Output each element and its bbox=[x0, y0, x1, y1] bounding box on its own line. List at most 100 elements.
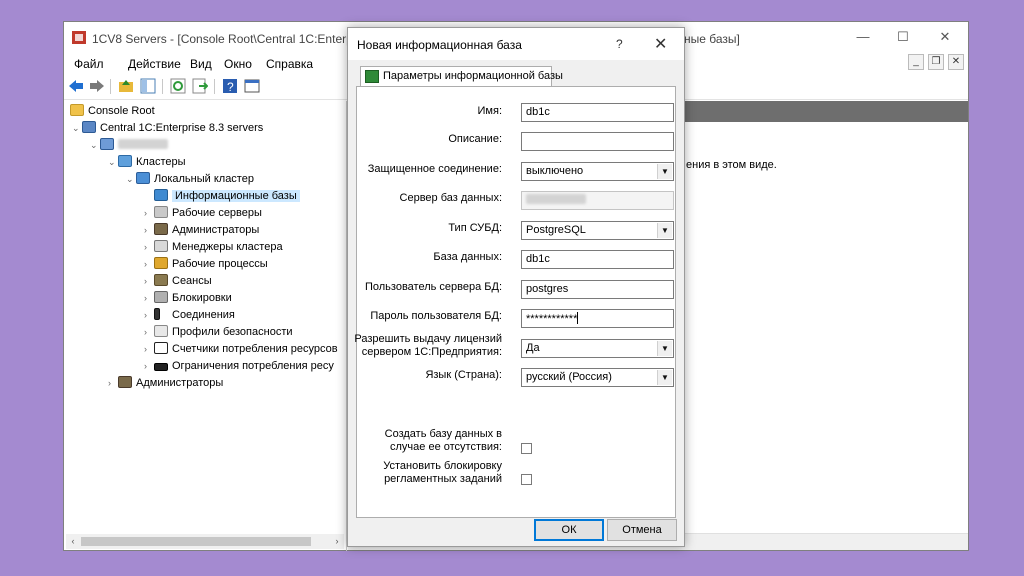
sessions-icon bbox=[154, 274, 168, 286]
tree-node-admins[interactable]: › Администраторы bbox=[108, 375, 223, 391]
maximize-icon[interactable]: ☐ bbox=[896, 30, 910, 44]
export-list-icon[interactable] bbox=[192, 78, 208, 94]
expand-arrow-icon[interactable]: › bbox=[144, 341, 154, 357]
up-folder-icon[interactable] bbox=[118, 78, 134, 94]
tree-node-security-profiles[interactable]: › Профили безопасности bbox=[144, 324, 293, 340]
help-button[interactable]: ? bbox=[616, 37, 623, 51]
menu-view[interactable]: Вид bbox=[190, 57, 212, 71]
back-arrow-icon[interactable] bbox=[68, 78, 84, 94]
expand-arrow-icon[interactable]: › bbox=[144, 205, 154, 221]
menu-help[interactable]: Справка bbox=[266, 57, 313, 71]
expand-arrow-icon[interactable]: ⌄ bbox=[108, 154, 118, 170]
expand-arrow-icon[interactable]: › bbox=[144, 256, 154, 272]
create-db-checkbox[interactable] bbox=[521, 443, 532, 454]
window-title-tail: ные базы] bbox=[684, 32, 740, 46]
tab-infobase-parameters[interactable]: Параметры информационной базы bbox=[360, 66, 563, 87]
lock-jobs-label-line1: Установить блокировку bbox=[383, 460, 502, 472]
expand-arrow-icon[interactable]: › bbox=[144, 222, 154, 238]
tree-horizontal-scrollbar[interactable]: ‹ › bbox=[66, 534, 344, 549]
show-hide-tree-icon[interactable] bbox=[140, 78, 156, 94]
menu-window[interactable]: Окно bbox=[224, 57, 252, 71]
tree-node-console-root[interactable]: Console Root bbox=[70, 103, 155, 119]
expand-arrow-icon[interactable]: ⌄ bbox=[72, 120, 82, 136]
menu-file[interactable]: Файл bbox=[74, 57, 104, 71]
mdi-controls: _ ❐ ✕ bbox=[904, 54, 964, 70]
cancel-button[interactable]: Отмена bbox=[607, 519, 677, 541]
license-value: Да bbox=[526, 342, 540, 354]
forward-arrow-icon[interactable] bbox=[89, 78, 105, 94]
tree-node-resource-limits[interactable]: › Ограничения потребления ресу bbox=[144, 358, 334, 374]
mdi-close-icon[interactable]: ✕ bbox=[948, 54, 964, 70]
tree-node-locks[interactable]: › Блокировки bbox=[144, 290, 232, 306]
tree-node-infobases[interactable]: Информационные базы bbox=[144, 188, 300, 204]
parameters-panel: Имя: db1c Описание: Защищенное соединени… bbox=[354, 86, 676, 518]
dropdown-arrow-icon[interactable]: ▼ bbox=[657, 223, 672, 238]
expand-arrow-icon[interactable]: ⌄ bbox=[126, 171, 136, 187]
admin-icon bbox=[118, 376, 132, 388]
tree-node-cluster-managers[interactable]: › Менеджеры кластера bbox=[144, 239, 283, 255]
properties-icon[interactable] bbox=[244, 78, 260, 94]
expand-arrow-icon[interactable]: › bbox=[144, 273, 154, 289]
mdi-restore-icon[interactable]: ❐ bbox=[928, 54, 944, 70]
expand-arrow-icon[interactable]: › bbox=[108, 375, 118, 391]
tree-node-administrators[interactable]: › Администраторы bbox=[144, 222, 259, 238]
mdi-minimize-icon[interactable]: _ bbox=[908, 54, 924, 70]
refresh-icon[interactable] bbox=[170, 78, 186, 94]
expand-arrow-icon[interactable]: › bbox=[144, 358, 154, 374]
expand-arrow-icon[interactable]: ⌄ bbox=[90, 137, 100, 153]
lock-icon bbox=[154, 291, 168, 303]
dbms-type-select[interactable]: PostgreSQL ▼ bbox=[521, 221, 674, 240]
minimize-icon[interactable]: — bbox=[856, 30, 870, 44]
close-icon[interactable]: ✕ bbox=[938, 30, 952, 44]
tree-node-local-cluster[interactable]: ⌄ Локальный кластер bbox=[126, 171, 254, 187]
tree-node-resource-counters[interactable]: › Счетчики потребления ресурсов bbox=[144, 341, 338, 357]
result-pane-message: ения в этом виде. bbox=[686, 159, 777, 171]
working-server-icon bbox=[154, 206, 168, 218]
process-icon bbox=[154, 257, 168, 269]
expand-arrow-icon[interactable]: › bbox=[144, 307, 154, 323]
license-label-line1: Разрешить выдачу лицензий bbox=[354, 333, 502, 345]
dropdown-arrow-icon[interactable]: ▼ bbox=[657, 164, 672, 179]
name-field[interactable]: db1c bbox=[521, 103, 674, 122]
secure-connection-select[interactable]: выключено ▼ bbox=[521, 162, 674, 181]
lock-jobs-checkbox[interactable] bbox=[521, 474, 532, 485]
database-label: База данных: bbox=[433, 251, 502, 263]
db-password-field[interactable]: ************ bbox=[521, 309, 674, 328]
scroll-right-icon[interactable]: › bbox=[330, 534, 344, 549]
ok-button[interactable]: ОК bbox=[534, 519, 604, 541]
dropdown-arrow-icon[interactable]: ▼ bbox=[657, 370, 672, 385]
dropdown-arrow-icon[interactable]: ▼ bbox=[657, 341, 672, 356]
help-icon[interactable]: ? bbox=[222, 78, 238, 94]
server-host-icon bbox=[100, 138, 114, 150]
description-field[interactable] bbox=[521, 132, 674, 151]
license-select[interactable]: Да ▼ bbox=[521, 339, 674, 358]
tree-node-working-servers[interactable]: › Рабочие серверы bbox=[144, 205, 262, 221]
db-server-label: Сервер баз данных: bbox=[399, 192, 502, 204]
tree-node-server[interactable]: ⌄ Central 1C:Enterprise 8.3 servers bbox=[72, 120, 263, 136]
expand-arrow-icon[interactable]: › bbox=[144, 239, 154, 255]
expand-arrow-icon[interactable]: › bbox=[144, 290, 154, 306]
secure-connection-value: выключено bbox=[526, 165, 584, 177]
expand-arrow-icon[interactable]: › bbox=[144, 324, 154, 340]
scroll-thumb[interactable] bbox=[81, 537, 311, 546]
connection-icon bbox=[154, 308, 160, 320]
db-password-label: Пароль пользователя БД: bbox=[370, 310, 502, 322]
scroll-left-icon[interactable]: ‹ bbox=[66, 534, 80, 549]
dialog-close-icon[interactable]: ✕ bbox=[654, 34, 667, 54]
tree-node-connections[interactable]: › Соединения bbox=[144, 307, 235, 323]
tree-node-sessions[interactable]: › Сеансы bbox=[144, 273, 212, 289]
database-field[interactable]: db1c bbox=[521, 250, 674, 269]
result-pane-header bbox=[684, 101, 968, 122]
menu-action[interactable]: Действие bbox=[128, 57, 181, 71]
admin-icon bbox=[154, 223, 168, 235]
language-select[interactable]: русский (Россия) ▼ bbox=[521, 368, 674, 387]
db-user-field[interactable]: postgres bbox=[521, 280, 674, 299]
tree-node-processes[interactable]: › Рабочие процессы bbox=[144, 256, 268, 272]
dbms-type-label: Тип СУБД: bbox=[448, 222, 502, 234]
dbms-type-value: PostgreSQL bbox=[526, 224, 586, 236]
db-server-field[interactable] bbox=[521, 191, 674, 210]
license-label-line2: сервером 1С:Предприятия: bbox=[361, 346, 502, 358]
window-title: 1CV8 Servers - [Console Root\Central 1C:… bbox=[92, 32, 383, 46]
tree-node-clusters[interactable]: ⌄ Кластеры bbox=[108, 154, 186, 170]
tree-node-host[interactable]: ⌄ bbox=[90, 137, 168, 153]
